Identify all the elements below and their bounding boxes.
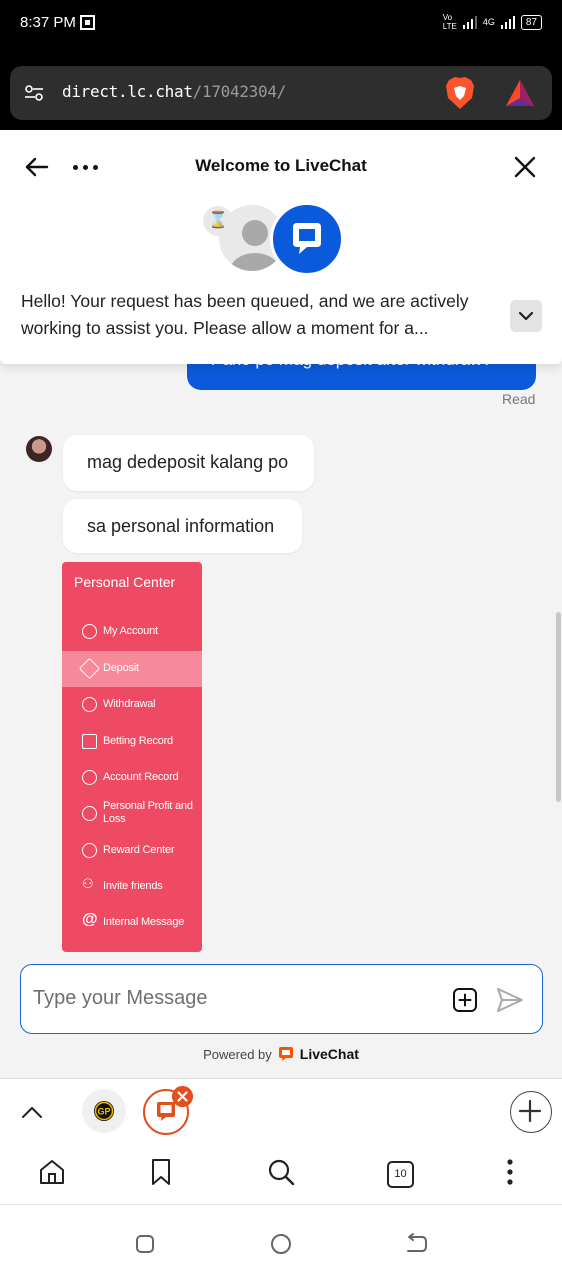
menu-item-invite-friends: ⚇ Invite friends — [82, 876, 163, 892]
signal-1-icon — [462, 15, 477, 29]
message-composer — [20, 964, 543, 1034]
message-input[interactable] — [33, 965, 433, 1032]
signal-2-icon — [500, 15, 515, 29]
battery-icon: 87 — [520, 14, 542, 30]
status-bar: 8:37 PM Vo LTE 4G 87 — [0, 0, 562, 48]
status-time: 8:37 PM — [20, 14, 76, 31]
bookmark-icon[interactable] — [146, 1157, 176, 1187]
withdrawal-icon — [82, 697, 97, 712]
chat-scrollbar[interactable] — [556, 612, 561, 802]
rewards-icon[interactable] — [504, 78, 536, 108]
menu-item-betting-record: Betting Record — [62, 724, 202, 760]
menu-item-deposit: Deposit — [62, 651, 202, 687]
powered-by-label: Powered by — [203, 1046, 272, 1062]
read-status: Read — [502, 391, 536, 407]
chevron-up-icon[interactable] — [18, 1099, 46, 1127]
invite-icon: ⚇ — [82, 876, 94, 891]
reward-icon — [82, 843, 97, 858]
chat-title: Welcome to LiveChat — [195, 156, 367, 175]
close-icon[interactable] — [510, 152, 540, 182]
menu-item-reward-center: Reward Center — [62, 833, 202, 869]
hourglass-icon: ⌛ — [203, 206, 233, 236]
volte-indicator: Vo LTE — [442, 13, 457, 31]
menu-item-profit-loss: Personal Profit and Loss — [62, 796, 202, 832]
agent-message: mag dedeposit kalang po — [63, 435, 314, 491]
address-bar[interactable]: direct.lc.chat/17042304/ — [10, 66, 552, 120]
url-text[interactable]: direct.lc.chat/17042304/ — [62, 82, 286, 101]
status-indicators: Vo LTE 4G 87 — [443, 13, 542, 31]
browser-bottom-bar: GP 10 — [0, 1078, 562, 1204]
url-path: /17042304/ — [192, 82, 287, 101]
account-icon — [82, 624, 97, 639]
site-badge-text: GP — [97, 1107, 110, 1117]
back-button-icon[interactable] — [402, 1233, 428, 1255]
system-navigation-bar — [0, 1204, 562, 1280]
chat-message-list[interactable]: Pano po mag deposit after withdraw? Read… — [0, 330, 562, 960]
attached-image[interactable]: Personal Center My Account Deposit Withd… — [62, 562, 202, 952]
menu-item-withdrawal: Withdrawal — [62, 687, 202, 723]
menu-item-my-account: My Account — [62, 614, 202, 650]
brave-shields-icon[interactable] — [444, 76, 476, 110]
add-attachment-icon[interactable] — [452, 987, 478, 1013]
url-domain: direct.lc.chat — [62, 82, 193, 101]
profit-icon — [82, 806, 97, 821]
recent-apps-icon[interactable] — [134, 1233, 156, 1255]
send-icon[interactable] — [495, 985, 525, 1015]
browser-toolbar: direct.lc.chat/17042304/ — [0, 48, 562, 130]
qr-notification-icon — [80, 15, 95, 30]
livechat-avatar — [270, 202, 344, 276]
site-settings-icon[interactable] — [24, 83, 44, 103]
new-tab-button[interactable] — [510, 1091, 552, 1133]
at-sign-icon: @ — [82, 911, 98, 928]
menu-item-internal-message: @ Internal Message — [82, 911, 185, 928]
tab-switcher-button[interactable]: 10 — [387, 1161, 414, 1188]
queue-status-message: Hello! Your request has been queued, and… — [21, 291, 469, 338]
plus-icon — [518, 1099, 542, 1123]
home-icon[interactable] — [37, 1157, 67, 1187]
chat-header: Welcome to LiveChat ⌛ Hello! Your reques… — [0, 130, 562, 364]
signal-2-label: 4G — [482, 17, 495, 27]
menu-dots-icon[interactable] — [495, 1157, 525, 1187]
powered-by-brand[interactable]: LiveChat — [300, 1046, 359, 1062]
tab-site-favicon[interactable]: GP — [82, 1089, 126, 1133]
home-button-icon[interactable] — [269, 1232, 293, 1256]
wallet-icon — [82, 734, 97, 749]
agent-message: sa personal information — [63, 499, 302, 553]
personal-center-title: Personal Center — [74, 574, 176, 590]
powered-by-footer: Powered by LiveChat — [0, 1046, 562, 1062]
menu-item-account-record: Account Record — [62, 760, 202, 796]
livechat-logo-icon — [278, 1047, 293, 1061]
deposit-icon — [78, 657, 101, 680]
record-icon — [82, 770, 97, 785]
close-tab-icon[interactable] — [172, 1086, 193, 1107]
agent-avatar — [26, 436, 52, 462]
chevron-down-icon[interactable] — [510, 300, 542, 332]
search-icon[interactable] — [266, 1157, 296, 1187]
